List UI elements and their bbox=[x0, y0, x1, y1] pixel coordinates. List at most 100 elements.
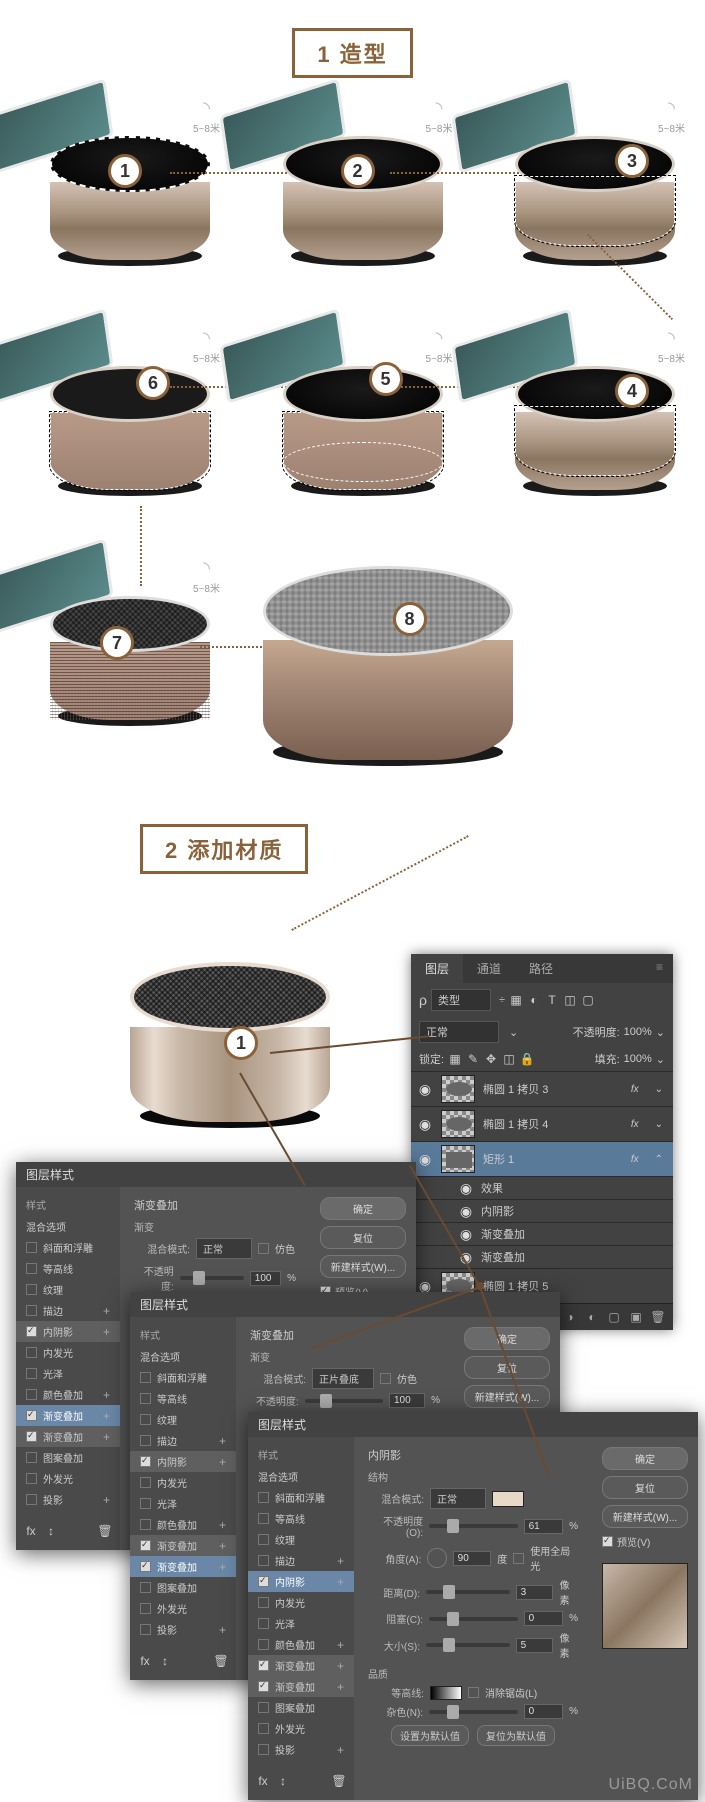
layer-name[interactable]: 椭圆 1 拷贝 3 bbox=[483, 1081, 623, 1097]
step-5: ◝ 5~8米 5 bbox=[253, 336, 453, 506]
blend-mode-select[interactable]: 正片叠底 bbox=[312, 1368, 374, 1389]
size-input[interactable]: 5 bbox=[516, 1638, 554, 1653]
cancel-button[interactable]: 复位 bbox=[320, 1226, 406, 1249]
fx-badge[interactable]: fx bbox=[631, 1119, 643, 1130]
layer-row[interactable]: ◉ 椭圆 1 拷贝 4 fx⌄ bbox=[411, 1106, 673, 1141]
visibility-icon[interactable]: ◉ bbox=[417, 1116, 433, 1132]
style-satin[interactable]: 光泽 bbox=[16, 1363, 120, 1384]
fx-badge[interactable]: fx bbox=[631, 1084, 643, 1095]
step-badge-2: 2 bbox=[341, 154, 375, 188]
step-8: 8 bbox=[263, 566, 563, 736]
tab-channels[interactable]: 通道 bbox=[463, 954, 515, 983]
opacity-input[interactable]: 100 bbox=[389, 1393, 425, 1408]
steps-section-1: ◝ 5~8米 1 ◝ 5~8米 2 ◝ 5~8米 3 bbox=[0, 106, 705, 796]
style-drop-shadow[interactable]: 投影+ bbox=[16, 1489, 120, 1510]
antialias-checkbox[interactable] bbox=[468, 1687, 479, 1698]
opacity-slider[interactable] bbox=[429, 1524, 518, 1528]
dialog-title: 图层样式 bbox=[248, 1412, 698, 1437]
style-list: 样式 混合选项 斜面和浮雕 等高线 纹理 描边+ 内阴影+ 内发光 光泽 颜色叠… bbox=[130, 1317, 236, 1680]
opacity-slider[interactable] bbox=[305, 1399, 383, 1403]
tab-paths[interactable]: 路径 bbox=[515, 954, 567, 983]
set-default-button[interactable]: 设置为默认值 bbox=[391, 1725, 469, 1746]
style-list: 样式 混合选项 斜面和浮雕 等高线 纹理 描边+ 内阴影+ 内发光 光泽 颜色叠… bbox=[16, 1187, 120, 1550]
choke-slider[interactable] bbox=[429, 1617, 518, 1621]
material-speaker: 1 bbox=[130, 962, 330, 1122]
style-stroke[interactable]: 描边+ bbox=[16, 1300, 120, 1321]
step-badge-6: 6 bbox=[136, 366, 170, 400]
opacity-value[interactable]: 100% bbox=[624, 1026, 652, 1038]
style-contour[interactable]: 等高线 bbox=[16, 1258, 120, 1279]
wifi-icon: ◝ bbox=[436, 98, 443, 119]
section2-title: 2 添加材质 bbox=[140, 824, 308, 874]
lock-paint-icon[interactable]: ✎ bbox=[466, 1052, 480, 1066]
distance-slider[interactable] bbox=[426, 1590, 510, 1594]
filter-pixel-icon[interactable]: ▦ bbox=[509, 993, 523, 1007]
step-6: ◝ 5~8米 6 bbox=[20, 336, 220, 506]
style-outer-glow[interactable]: 外发光 bbox=[16, 1468, 120, 1489]
fill-value[interactable]: 100% bbox=[624, 1053, 652, 1065]
style-inner-glow[interactable]: 内发光 bbox=[16, 1342, 120, 1363]
style-blend-options[interactable]: 混合选项 bbox=[16, 1216, 120, 1237]
lock-pixels-icon[interactable]: ▦ bbox=[448, 1052, 462, 1066]
style-gradient-overlay[interactable]: 渐变叠加+ bbox=[16, 1405, 120, 1426]
dither-checkbox[interactable] bbox=[258, 1243, 269, 1254]
fill-label: 填充: bbox=[595, 1051, 620, 1067]
layer-thumbnail bbox=[441, 1110, 475, 1138]
new-style-button[interactable]: 新建样式(W)... bbox=[602, 1505, 688, 1528]
step-1: ◝ 5~8米 1 bbox=[20, 106, 220, 276]
blend-mode-select[interactable]: 正常 bbox=[419, 1021, 499, 1043]
lock-all-icon[interactable]: 🔒 bbox=[520, 1052, 534, 1066]
step-badge-5: 5 bbox=[369, 362, 403, 396]
visibility-icon[interactable]: ◉ bbox=[417, 1081, 433, 1097]
lock-position-icon[interactable]: ✥ bbox=[484, 1052, 498, 1066]
wifi-icon: ◝ bbox=[203, 98, 210, 119]
fx-menu-icon[interactable]: fx bbox=[24, 1524, 38, 1538]
color-picker[interactable] bbox=[492, 1491, 524, 1507]
ok-button[interactable]: 确定 bbox=[464, 1327, 550, 1350]
step-badge-4: 4 bbox=[615, 374, 649, 408]
reset-default-button[interactable]: 复位为默认值 bbox=[477, 1725, 555, 1746]
filter-adjust-icon[interactable]: ◐ bbox=[527, 993, 541, 1007]
lock-artboard-icon[interactable]: ◫ bbox=[502, 1052, 516, 1066]
filter-shape-icon[interactable]: ◫ bbox=[563, 993, 577, 1007]
step-badge-8: 8 bbox=[393, 602, 427, 636]
step-4: ◝ 5~8米 4 bbox=[485, 336, 685, 506]
size-slider[interactable] bbox=[426, 1643, 510, 1647]
opacity-input[interactable]: 100 bbox=[250, 1271, 281, 1286]
distance-input[interactable]: 3 bbox=[516, 1585, 554, 1600]
choke-input[interactable]: 0 bbox=[524, 1611, 564, 1626]
global-light-checkbox[interactable] bbox=[513, 1553, 524, 1564]
ok-button[interactable]: 确定 bbox=[320, 1197, 406, 1220]
blend-mode-select[interactable]: 正常 bbox=[196, 1238, 252, 1259]
contour-picker[interactable] bbox=[430, 1686, 462, 1700]
style-texture[interactable]: 纹理 bbox=[16, 1279, 120, 1300]
ok-button[interactable]: 确定 bbox=[602, 1447, 688, 1470]
layer-name[interactable]: 椭圆 1 拷贝 4 bbox=[483, 1116, 623, 1132]
tab-layers[interactable]: 图层 bbox=[411, 954, 463, 983]
style-pattern-overlay[interactable]: 图案叠加 bbox=[16, 1447, 120, 1468]
filter-type-select[interactable]: 类型 bbox=[431, 989, 491, 1011]
opacity-input[interactable]: 61 bbox=[524, 1519, 564, 1534]
filter-smart-icon[interactable]: ▢ bbox=[581, 993, 595, 1007]
lock-label: 锁定: bbox=[419, 1051, 444, 1067]
noise-slider[interactable] bbox=[429, 1710, 518, 1714]
step-badge-s2-1: 1 bbox=[224, 1026, 258, 1060]
style-color-overlay[interactable]: 颜色叠加+ bbox=[16, 1384, 120, 1405]
wifi-icon: ◝ bbox=[203, 328, 210, 349]
cancel-button[interactable]: 复位 bbox=[602, 1476, 688, 1499]
panel-menu-icon[interactable]: ≡ bbox=[646, 954, 673, 983]
step-7: ◝ 5~8米 7 bbox=[20, 566, 220, 736]
noise-input[interactable]: 0 bbox=[524, 1704, 564, 1719]
distance-label: 5~8米 bbox=[193, 120, 220, 135]
new-style-button[interactable]: 新建样式(W)... bbox=[464, 1385, 550, 1408]
angle-input[interactable]: 90 bbox=[453, 1551, 492, 1566]
opacity-slider[interactable] bbox=[180, 1276, 244, 1280]
blend-mode-select[interactable]: 正常 bbox=[430, 1488, 486, 1509]
style-gradient-overlay-2[interactable]: 渐变叠加+ bbox=[16, 1426, 120, 1447]
style-inner-shadow[interactable]: 内阴影+ bbox=[16, 1321, 120, 1342]
dialog-title: 图层样式 bbox=[130, 1292, 560, 1317]
style-bevel[interactable]: 斜面和浮雕 bbox=[16, 1237, 120, 1258]
layer-row[interactable]: ◉ 椭圆 1 拷贝 3 fx⌄ bbox=[411, 1071, 673, 1106]
filter-type-icon[interactable]: T bbox=[545, 993, 559, 1007]
new-style-button[interactable]: 新建样式(W)... bbox=[320, 1255, 406, 1278]
